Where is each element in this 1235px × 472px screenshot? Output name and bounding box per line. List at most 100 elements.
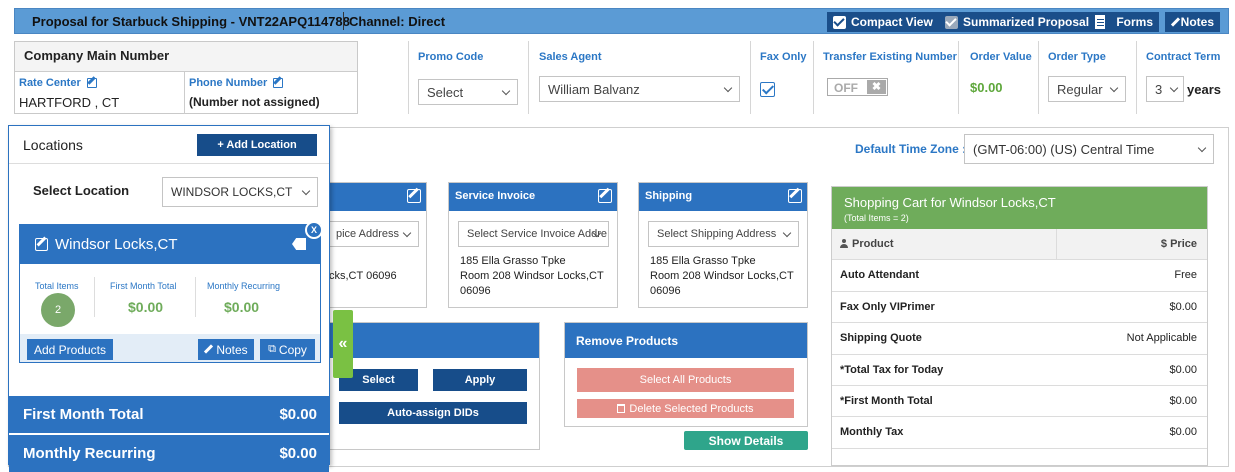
sales-agent-select[interactable]: William Balvanz — [539, 76, 740, 102]
edit-icon[interactable] — [788, 189, 802, 203]
time-zone-value: (GMT-06:00) (US) Central Time — [973, 141, 1155, 157]
divider — [813, 41, 814, 114]
edit-icon[interactable] — [407, 189, 421, 203]
service-invoice-address: 185 Ella Grasso Tpke Room 208 Windsor Lo… — [460, 254, 604, 299]
service-invoice-select-value: Select Service Invoice Addre — [467, 228, 608, 240]
summarized-proposal-toggle[interactable]: Summarized Proposal — [939, 12, 1096, 32]
location-notes-button[interactable]: Notes — [198, 339, 254, 360]
address-line: Room 208 Windsor Locks,CT — [650, 270, 794, 282]
service-invoice-address-select[interactable]: Select Service Invoice Addre — [458, 221, 609, 247]
contract-term-unit: years — [1187, 82, 1221, 97]
billing-address-header — [321, 183, 426, 211]
contract-term-label: Contract Term — [1146, 51, 1221, 63]
shipping-header: Shipping — [639, 183, 807, 211]
stat-divider — [195, 277, 196, 317]
notes-label: Notes — [1180, 15, 1214, 29]
auto-assign-dids-button[interactable]: Auto-assign DIDs — [339, 402, 527, 424]
product-column-label: Product — [852, 238, 894, 250]
shopping-cart: Shopping Cart for Windsor Locks,CT (Tota… — [831, 186, 1208, 466]
cart-row: *First Month Total $0.00 — [832, 386, 1207, 418]
products-actions-header — [321, 323, 539, 358]
cart-row: Monthly Tax $0.00 — [832, 417, 1207, 449]
shipping-select-value: Select Shipping Address — [657, 228, 777, 240]
transfer-existing-number-label: Transfer Existing Number — [823, 51, 957, 63]
address-line: Room 208 Windsor Locks,CT — [460, 270, 604, 282]
divider — [528, 41, 529, 114]
service-invoice-card: Service Invoice Select Service Invoice A… — [448, 182, 618, 308]
address-line: 06096 — [650, 285, 681, 297]
divider — [1038, 41, 1039, 114]
address-line: 185 Ella Grasso Tpke — [460, 255, 566, 267]
compact-view-toggle[interactable]: Compact View — [827, 12, 939, 32]
company-main-number-title: Company Main Number — [15, 42, 357, 72]
cart-row: Shipping Quote Not Applicable — [832, 323, 1207, 355]
cart-price: Not Applicable — [1126, 332, 1197, 345]
collapse-panel-button[interactable]: « — [333, 310, 353, 378]
divider — [750, 41, 751, 114]
copy-label: Copy — [278, 342, 307, 357]
add-location-button[interactable]: + Add Location — [197, 134, 317, 156]
phone-number-header: Phone Number — [189, 77, 353, 89]
chevron-down-icon — [1169, 83, 1179, 93]
rate-center-header: Rate Center — [19, 77, 180, 89]
select-all-products-button[interactable]: Select All Products — [577, 368, 794, 392]
chevron-down-icon — [1109, 83, 1119, 93]
cart-row: Auto Attendant Free — [832, 260, 1207, 292]
edit-phone-number-icon[interactable] — [273, 78, 284, 88]
time-zone-select[interactable]: (GMT-06:00) (US) Central Time — [964, 134, 1214, 164]
edit-icon[interactable] — [598, 189, 612, 203]
fax-only-checkbox[interactable] — [760, 82, 775, 97]
location-card-footer: Add Products Notes ⧉ Copy — [20, 334, 320, 362]
location-notes-label: Notes — [216, 342, 248, 357]
cart-product: Monthly Tax — [840, 426, 904, 439]
location-card: Windsor Locks,CT Total Items 2 First Mon… — [19, 224, 321, 363]
shopping-cart-header: Shopping Cart for Windsor Locks,CT (Tota… — [832, 187, 1207, 229]
close-location-card-icon[interactable]: X — [305, 221, 323, 239]
order-type-value: Regular — [1057, 81, 1103, 97]
pencil-icon — [1171, 18, 1176, 27]
locations-title: Locations — [23, 137, 83, 153]
cart-product: *First Month Total — [840, 394, 933, 407]
delete-selected-products-button[interactable]: Delete Selected Products — [577, 399, 794, 418]
rate-center-value: HARTFORD , CT — [19, 95, 120, 110]
copy-button[interactable]: ⧉ Copy — [260, 339, 315, 360]
billing-address-select[interactable]: pice Address — [321, 221, 419, 247]
edit-rate-center-icon[interactable] — [86, 78, 97, 88]
select-location-label: Select Location — [33, 183, 130, 198]
transfer-existing-number-toggle[interactable]: OFF ✖ — [827, 78, 888, 96]
default-time-zone-label: Default Time Zone : — [855, 142, 967, 156]
order-type-select[interactable]: Regular — [1048, 76, 1126, 102]
sales-agent-label: Sales Agent — [539, 51, 602, 63]
cart-product: *Total Tax for Today — [840, 363, 944, 376]
first-month-total-value: $0.00 — [128, 299, 164, 315]
monthly-recurring-row-label: Monthly Recurring — [23, 445, 156, 462]
add-products-button[interactable]: Add Products — [27, 339, 113, 360]
chevron-down-icon — [501, 86, 511, 96]
tag-icon[interactable] — [292, 238, 306, 250]
shipping-address-select[interactable]: Select Shipping Address — [648, 221, 799, 247]
chevron-down-icon — [782, 228, 792, 238]
chevron-down-icon — [723, 83, 733, 93]
monthly-recurring-value: $0.00 — [224, 299, 260, 315]
first-month-total-row: First Month Total $0.00 — [9, 396, 329, 433]
promo-code-select[interactable]: Select — [418, 79, 518, 105]
show-details-button[interactable]: Show Details — [684, 431, 808, 450]
locations-panel: Locations + Add Location Select Location… — [8, 125, 330, 472]
edit-location-icon[interactable] — [35, 238, 48, 251]
divider — [1136, 41, 1137, 114]
forms-button[interactable]: Forms — [1089, 12, 1159, 32]
contract-term-select[interactable]: 3 — [1146, 76, 1184, 102]
contract-term-value: 3 — [1155, 81, 1163, 97]
promo-code-label: Promo Code — [418, 51, 484, 63]
compact-view-checkbox-icon — [833, 15, 846, 29]
total-items-label: Total Items — [35, 281, 79, 291]
order-value-label: Order Value — [970, 51, 1032, 63]
shipping-title: Shipping — [645, 190, 693, 202]
rate-center-label: Rate Center — [19, 77, 81, 89]
select-location-value: WINDSOR LOCKS,CT — [171, 185, 293, 199]
phone-number-value: (Number not assigned) — [189, 95, 320, 109]
cart-row: Fax Only VIPrimer $0.00 — [832, 292, 1207, 324]
select-location-dropdown[interactable]: WINDSOR LOCKS,CT — [162, 177, 318, 207]
notes-button[interactable]: Notes — [1165, 12, 1220, 32]
apply-button[interactable]: Apply — [433, 369, 527, 391]
